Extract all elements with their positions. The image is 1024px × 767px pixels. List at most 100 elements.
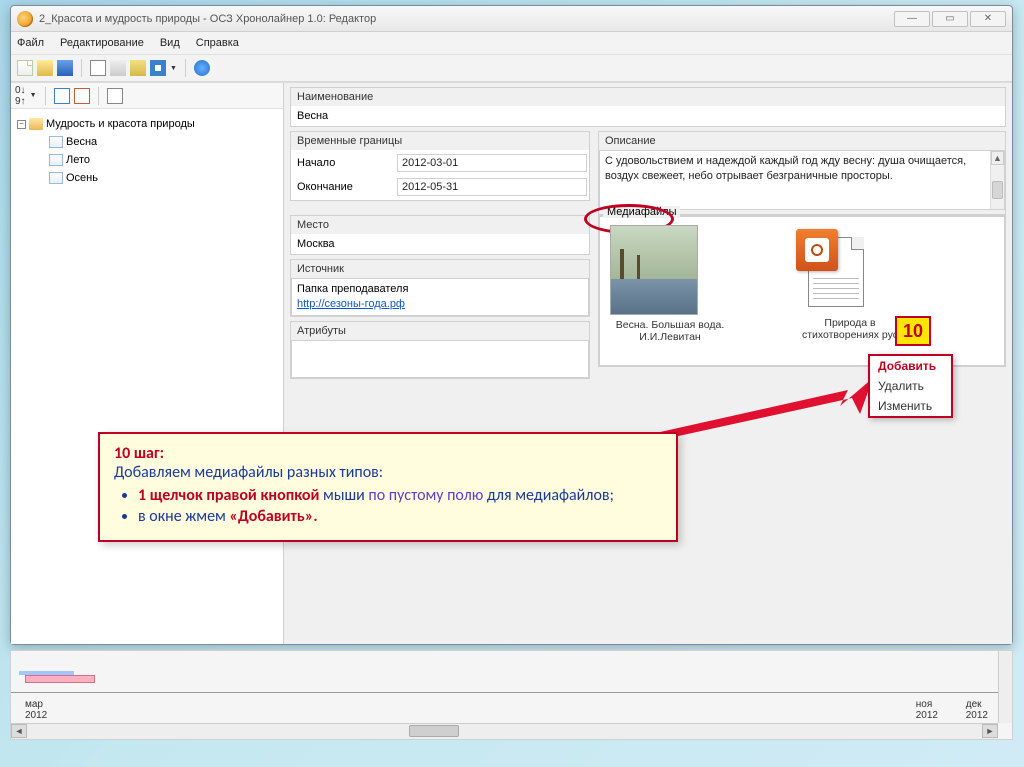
label-attr: Атрибуты xyxy=(291,322,589,340)
collapse-icon[interactable]: − xyxy=(17,120,26,129)
timeline-panel: мар2012 ноя2012 дек2012 ◄ ► xyxy=(10,650,1013,740)
new-icon[interactable] xyxy=(17,60,33,76)
group-source: Источник Папка преподавателя http://сезо… xyxy=(290,259,590,317)
group-timerange: Временные границы Начало 2012-03-01 Окон… xyxy=(290,131,590,201)
value-place[interactable]: Москва xyxy=(297,238,335,250)
group-attributes: Атрибуты xyxy=(290,321,590,379)
tree-item-label: Лето xyxy=(66,154,90,166)
label-end: Окончание xyxy=(297,181,387,193)
scroll-up-icon[interactable]: ▲ xyxy=(991,151,1004,165)
tree-view[interactable]: − Мудрость и красота природы Весна Лето … xyxy=(11,109,283,644)
tree-item-vesna[interactable]: Весна xyxy=(49,133,277,151)
scroll-left-icon[interactable]: ◄ xyxy=(11,724,27,738)
scroll-thumb[interactable] xyxy=(992,181,1003,199)
instruction-list: 1 щелчок правой кнопкой мыши по пустому … xyxy=(138,486,662,526)
help-icon[interactable] xyxy=(194,60,210,76)
input-end[interactable]: 2012-05-31 xyxy=(397,178,587,196)
scroll-thumb[interactable] xyxy=(409,725,459,737)
timeline-axis xyxy=(11,692,998,693)
context-item-add[interactable]: Добавить xyxy=(870,356,951,376)
source-box[interactable]: Папка преподавателя http://сезоны-года.р… xyxy=(291,278,589,316)
menubar: Файл Редактирование Вид Справка xyxy=(11,32,1012,54)
label-desc: Описание xyxy=(599,132,1005,150)
label-source: Источник xyxy=(291,260,589,278)
group-media: Медиафайлы Весна. Большая вода. И.И.Леви… xyxy=(598,215,1006,367)
app-window: 2_Красота и мудрость природы - ОСЗ Хроно… xyxy=(10,5,1013,645)
label-timerange: Временные границы xyxy=(291,132,589,150)
timeline-event-bar-b[interactable] xyxy=(25,675,95,683)
media-item-2[interactable]: Природа в стихотворениях рус xyxy=(790,225,910,341)
media-area[interactable]: Весна. Большая вода. И.И.Левитан Природа… xyxy=(599,216,1005,366)
instruction-bullet-2: в окне жмем «Добавить». xyxy=(138,507,662,526)
timeline-label-left: мар2012 xyxy=(25,699,47,721)
titlebar: 2_Красота и мудрость природы - ОСЗ Хроно… xyxy=(11,6,1012,32)
scrollbar-vertical[interactable]: ▲ xyxy=(990,151,1004,209)
sort-icon[interactable]: 0↓9↑ xyxy=(15,85,26,107)
timeline-label-mid: ноя2012 xyxy=(916,699,938,721)
view2-icon[interactable] xyxy=(74,88,90,104)
source-link[interactable]: http://сезоны-года.рф xyxy=(297,298,405,310)
tree-root[interactable]: − Мудрость и красота природы xyxy=(17,115,277,133)
media-thumbnail-ppt xyxy=(790,225,870,313)
context-menu: Добавить Удалить Изменить xyxy=(868,354,953,418)
content-area: 0↓9↑ ▼ − Мудрость и красота природы Весн… xyxy=(11,82,1012,644)
source-text: Папка преподавателя xyxy=(297,282,583,297)
step-number-badge: 10 xyxy=(895,316,931,346)
menu-view[interactable]: Вид xyxy=(160,37,180,49)
tree-panel: 0↓9↑ ▼ − Мудрость и красота природы Весн… xyxy=(11,83,284,644)
label-place: Место xyxy=(291,216,589,234)
close-button[interactable]: ✕ xyxy=(970,11,1006,27)
desc-text: С удовольствием и надеждой каждый год жд… xyxy=(605,155,966,182)
timeline-hscroll[interactable]: ◄ ► xyxy=(11,723,998,739)
instruction-title: 10 шаг: xyxy=(114,444,164,463)
toolbar-main: ▼ xyxy=(11,54,1012,82)
maximize-button[interactable]: ▭ xyxy=(932,11,968,27)
tree-item-leto[interactable]: Лето xyxy=(49,151,277,169)
item-icon[interactable] xyxy=(107,88,123,104)
open-icon[interactable] xyxy=(37,60,53,76)
item-icon xyxy=(49,136,63,148)
context-item-change[interactable]: Изменить xyxy=(870,396,951,416)
timeline-vscroll[interactable] xyxy=(998,651,1012,723)
media-caption-2: Природа в стихотворениях рус xyxy=(790,317,910,341)
label-start: Начало xyxy=(297,157,387,169)
app-icon xyxy=(17,11,33,27)
view1-icon[interactable] xyxy=(54,88,70,104)
tree-toolbar: 0↓9↑ ▼ xyxy=(11,83,283,109)
scroll-track[interactable] xyxy=(27,724,982,739)
tree-item-osen[interactable]: Осень xyxy=(49,169,277,187)
separator xyxy=(185,59,186,77)
textarea-desc[interactable]: С удовольствием и надеждой каждый год жд… xyxy=(599,150,1005,210)
context-item-delete[interactable]: Удалить xyxy=(870,376,951,396)
window-controls: — ▭ ✕ xyxy=(892,11,1006,27)
separator xyxy=(81,59,82,77)
scroll-right-icon[interactable]: ► xyxy=(982,724,998,738)
timeline-body[interactable]: мар2012 ноя2012 дек2012 xyxy=(11,651,998,723)
tree-item-label: Осень xyxy=(66,172,98,184)
grid-icon[interactable] xyxy=(150,60,166,76)
label-name: Наименование xyxy=(291,88,1005,106)
tree-root-label: Мудрость и красота природы xyxy=(46,118,195,130)
menu-edit[interactable]: Редактирование xyxy=(60,37,144,49)
cut-icon[interactable] xyxy=(90,60,106,76)
group-place: Место Москва xyxy=(290,215,590,255)
instruction-callout: 10 шаг: Добавляем медиафайлы разных типо… xyxy=(98,432,678,542)
folder-icon xyxy=(29,118,43,130)
input-start[interactable]: 2012-03-01 xyxy=(397,154,587,172)
copy-icon[interactable] xyxy=(110,60,126,76)
minimize-button[interactable]: — xyxy=(894,11,930,27)
value-name[interactable]: Весна xyxy=(297,110,328,122)
group-description: Описание С удовольствием и надеждой кажд… xyxy=(598,131,1006,215)
menu-help[interactable]: Справка xyxy=(196,37,239,49)
menu-file[interactable]: Файл xyxy=(17,37,44,49)
save-icon[interactable] xyxy=(57,60,73,76)
attr-box[interactable] xyxy=(291,340,589,378)
instruction-line1: Добавляем медиафайлы разных типов: xyxy=(114,463,383,482)
paste-icon[interactable] xyxy=(130,60,146,76)
media-item-1[interactable]: Весна. Большая вода. И.И.Левитан xyxy=(610,225,730,343)
group-name: Наименование Весна xyxy=(290,87,1006,127)
timeline-label-right: дек2012 xyxy=(966,699,988,721)
item-icon xyxy=(49,172,63,184)
media-caption-1: Весна. Большая вода. И.И.Левитан xyxy=(610,319,730,343)
tree-item-label: Весна xyxy=(66,136,97,148)
